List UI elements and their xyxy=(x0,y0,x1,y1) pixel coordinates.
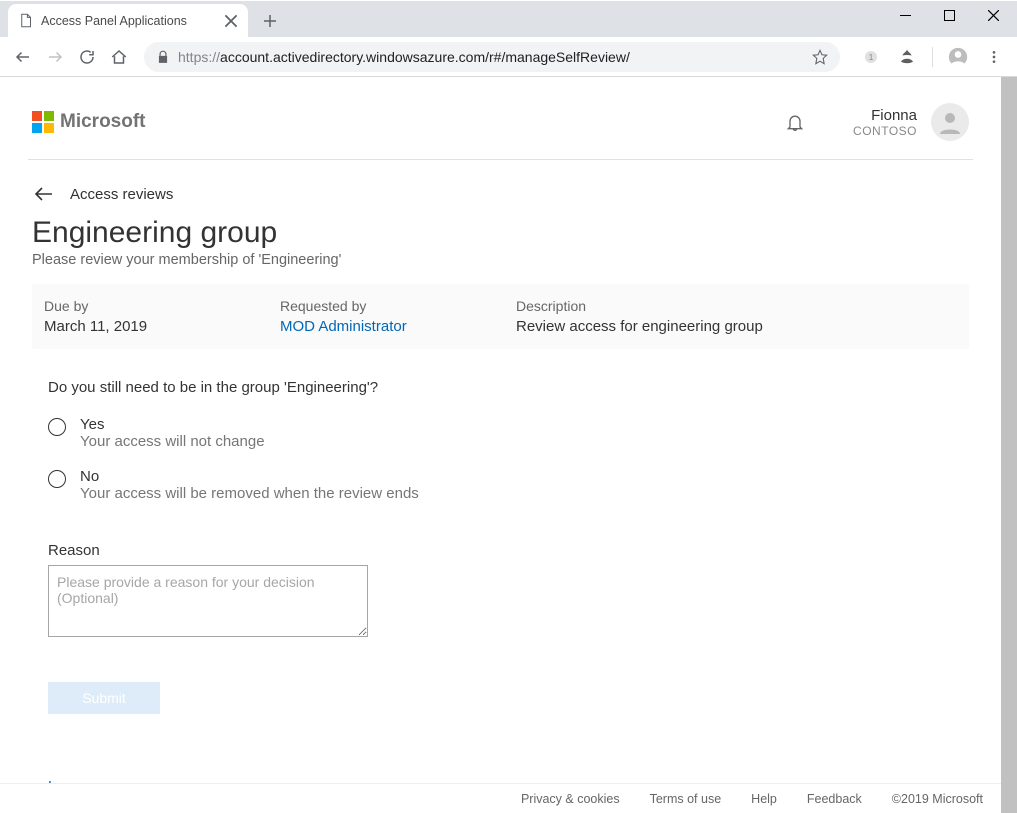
close-window-button[interactable] xyxy=(971,0,1015,30)
home-button[interactable] xyxy=(104,42,134,72)
breadcrumb-back[interactable]: Access reviews xyxy=(28,160,973,216)
extension2-icon[interactable] xyxy=(892,42,922,72)
option-no-label: No xyxy=(80,468,419,485)
avatar xyxy=(931,103,969,141)
nav-forward-button[interactable] xyxy=(40,42,70,72)
option-no[interactable]: No Your access will be removed when the … xyxy=(28,462,973,514)
user-org: CONTOSO xyxy=(853,124,917,138)
page-icon xyxy=(18,13,33,28)
url-text: https://account.activedirectory.windowsa… xyxy=(178,49,804,65)
tab-title: Access Panel Applications xyxy=(41,14,187,28)
menu-button[interactable] xyxy=(979,42,1009,72)
footer-help-link[interactable]: Help xyxy=(751,792,777,806)
back-label: Access reviews xyxy=(70,186,173,203)
footer-copyright: ©2019 Microsoft xyxy=(892,792,983,806)
page-footer: Privacy & cookies Terms of use Help Feed… xyxy=(0,783,1001,813)
lock-icon xyxy=(156,50,170,64)
footer-terms-link[interactable]: Terms of use xyxy=(650,792,722,806)
browser-tabstrip: Access Panel Applications xyxy=(0,1,1017,37)
profile-button[interactable] xyxy=(943,42,973,72)
requested-by-label: Requested by xyxy=(280,298,516,314)
page-viewport: Microsoft Fionna CONTOSO Access reviews … xyxy=(0,77,1017,813)
reload-button[interactable] xyxy=(72,42,102,72)
minimize-button[interactable] xyxy=(883,0,927,30)
extension-icon[interactable]: 1 xyxy=(856,42,886,72)
description-value: Review access for engineering group xyxy=(516,318,957,335)
nav-back-button[interactable] xyxy=(8,42,38,72)
due-by-label: Due by xyxy=(44,298,280,314)
description-label: Description xyxy=(516,298,957,314)
arrow-left-icon xyxy=(32,182,56,206)
page-subtitle: Please review your membership of 'Engine… xyxy=(28,250,973,284)
browser-tab[interactable]: Access Panel Applications xyxy=(8,4,248,37)
submit-button[interactable]: Submit xyxy=(48,682,160,714)
address-bar[interactable]: https://account.activedirectory.windowsa… xyxy=(144,42,840,72)
microsoft-logo[interactable]: Microsoft xyxy=(32,111,146,133)
requested-by-link[interactable]: MOD Administrator xyxy=(280,318,516,335)
option-yes[interactable]: Yes Your access will not change xyxy=(28,410,973,462)
footer-privacy-link[interactable]: Privacy & cookies xyxy=(521,792,620,806)
review-info-bar: Due by March 11, 2019 Requested by MOD A… xyxy=(32,284,969,349)
due-by-value: March 11, 2019 xyxy=(44,318,280,335)
svg-text:1: 1 xyxy=(869,53,874,62)
user-name: Fionna xyxy=(853,107,917,124)
microsoft-logo-text: Microsoft xyxy=(60,111,146,133)
reason-textarea[interactable] xyxy=(48,565,368,637)
reason-label: Reason xyxy=(28,514,973,565)
vertical-scrollbar[interactable] xyxy=(1001,77,1017,813)
new-tab-button[interactable] xyxy=(256,7,284,35)
site-header: Microsoft Fionna CONTOSO xyxy=(28,89,973,160)
notifications-button[interactable] xyxy=(777,104,813,140)
microsoft-logo-icon xyxy=(32,111,54,133)
option-yes-desc: Your access will not change xyxy=(80,433,265,450)
page-title: Engineering group xyxy=(28,216,973,250)
option-yes-label: Yes xyxy=(80,416,265,433)
maximize-button[interactable] xyxy=(927,0,971,30)
footer-feedback-link[interactable]: Feedback xyxy=(807,792,862,806)
browser-toolbar: https://account.activedirectory.windowsa… xyxy=(0,37,1017,77)
question-text: Do you still need to be in the group 'En… xyxy=(28,349,973,410)
radio-yes[interactable] xyxy=(48,418,66,436)
radio-no[interactable] xyxy=(48,470,66,488)
close-tab-icon[interactable] xyxy=(224,14,238,28)
star-icon[interactable] xyxy=(812,49,828,65)
separator xyxy=(932,47,933,67)
account-menu[interactable]: Fionna CONTOSO xyxy=(853,103,969,141)
option-no-desc: Your access will be removed when the rev… xyxy=(80,485,419,502)
